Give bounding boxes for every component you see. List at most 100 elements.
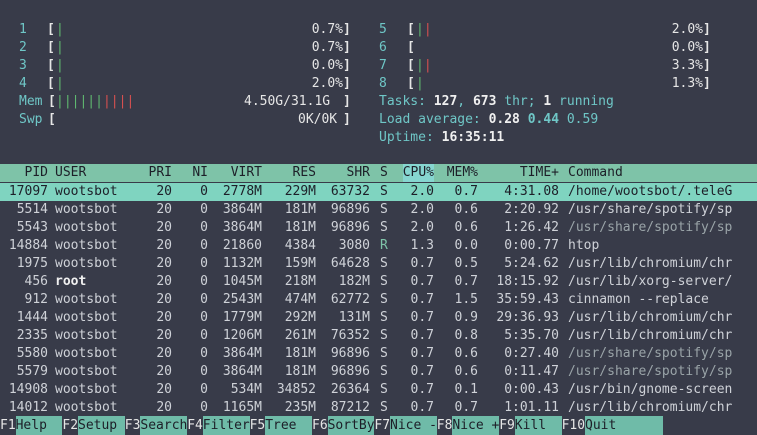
column-header-user[interactable]: USER	[55, 164, 86, 182]
function-key-bar: F1 Help F2 Setup F3 Search F4 Filter F5 Tree F6…	[0, 416, 757, 435]
table-row[interactable]: 2335 wootsbot 20 0 1206M 261M 76352 S 0.7 0.8 5:35…	[0, 327, 757, 345]
table-row[interactable]: 456 root 20 0 1045M 218M 182M S 0.7 0.7 18:15.92/u…	[0, 273, 757, 291]
function-key-label[interactable]: Help	[15, 416, 63, 435]
cell-cpu: 0.7	[410, 364, 434, 379]
column-header-s[interactable]: S	[380, 164, 388, 182]
cell-pid: 14884	[8, 238, 48, 253]
cell-shr: 62772	[330, 292, 370, 307]
cell-user: wootsbot	[55, 382, 118, 397]
cell-virt: 3864M	[222, 220, 262, 235]
cell-cmd: /usr/lib/chromium/chr	[568, 328, 733, 343]
table-row[interactable]: 5580 wootsbot 20 0 3864M 181M 96896 S 0.7 0.6 0:27…	[0, 345, 757, 363]
function-key-f9[interactable]: F9	[499, 416, 515, 435]
cell-virt: 21860	[222, 238, 262, 253]
cell-time: 18:15.92	[496, 274, 559, 289]
function-key-f8[interactable]: F8	[437, 416, 453, 435]
cell-time: 4:31.08	[504, 184, 559, 199]
cpu-bracket-close: ]	[703, 58, 711, 73]
function-key-label[interactable]: SortBy	[327, 416, 375, 435]
function-key-label[interactable]: Search	[140, 416, 188, 435]
cell-cpu: 2.0	[410, 220, 434, 235]
table-row[interactable]: 5514 wootsbot 20 0 3864M 181M 96896 S 2.0 0.6 2:20…	[0, 201, 757, 219]
cell-mem: 0.7	[454, 274, 478, 289]
cpu-usage-bar: |	[56, 76, 64, 91]
cpu-bracket-close: ]	[703, 40, 711, 55]
column-header-ni[interactable]: NI	[192, 164, 208, 182]
function-key-f7[interactable]: F7	[374, 416, 390, 435]
cell-virt: 3864M	[222, 364, 262, 379]
cpu-percent: 3.3%	[671, 58, 703, 73]
function-key-label[interactable]: Quit	[585, 416, 663, 435]
table-row[interactable]: 14012 wootsbot 20 0 1165M 235M 87212 S 0.7 0.7 1:0…	[0, 399, 757, 417]
cell-res: 34852	[276, 382, 316, 397]
function-key-label[interactable]: Nice -	[390, 416, 437, 435]
function-key-f6[interactable]: F6	[312, 416, 328, 435]
column-header-shr[interactable]: SHR	[347, 164, 370, 182]
cell-s: S	[380, 256, 388, 271]
cell-res: 218M	[284, 274, 316, 289]
cell-pid: 456	[24, 274, 48, 289]
cell-cmd: /usr/bin/gnome-screen	[568, 382, 733, 397]
table-row[interactable]: 1444 wootsbot 20 0 1779M 292M 131M S 0.7 0.9 29:36…	[0, 309, 757, 327]
cell-pid: 2335	[16, 328, 48, 343]
table-row[interactable]: 17097 wootsbot 20 0 2778M 229M 63732 S 2.0 0.7 4:3…	[0, 183, 757, 201]
cell-mem: 0.0	[454, 238, 478, 253]
cell-ni: 0	[200, 382, 208, 397]
function-key-f1[interactable]: F1	[0, 416, 16, 435]
tasks-line: Tasks: 127, 673 thr; 1 running	[379, 94, 614, 109]
cell-cpu: 0.7	[410, 274, 434, 289]
cell-virt: 2778M	[222, 184, 262, 199]
cell-virt: 1206M	[222, 328, 262, 343]
cell-cmd: /usr/lib/xorg-server/	[568, 274, 733, 289]
function-key-label[interactable]: Tree	[265, 416, 312, 435]
column-header-virt[interactable]: VIRT	[231, 164, 262, 182]
function-key-f4[interactable]: F4	[187, 416, 203, 435]
cell-cpu: 0.7	[410, 346, 434, 361]
column-header-time-plus[interactable]: TIME+	[520, 164, 559, 182]
table-row[interactable]: 5543 wootsbot 20 0 3864M 181M 96896 S 2.0 0.6 1:26…	[0, 219, 757, 237]
cell-time: 2:20.92	[504, 202, 559, 217]
cell-s: S	[380, 292, 388, 307]
function-key-label[interactable]: Kill	[514, 416, 562, 435]
function-key-label[interactable]: Nice +	[452, 416, 500, 435]
cell-res: 181M	[284, 346, 316, 361]
cell-pid: 1444	[16, 310, 48, 325]
cell-shr: 87212	[330, 400, 370, 415]
column-header-res[interactable]: RES	[293, 164, 316, 182]
table-row[interactable]: 1975 wootsbot 20 0 1132M 159M 64628 S 0.7 0.5 5:24…	[0, 255, 757, 273]
function-key-f3[interactable]: F3	[125, 416, 141, 435]
function-key-label[interactable]: Setup	[78, 416, 125, 435]
cpu-bracket-open: [	[47, 76, 55, 91]
cell-ni: 0	[200, 184, 208, 199]
function-key-f5[interactable]: F5	[250, 416, 266, 435]
column-header-command[interactable]: Command	[568, 164, 623, 182]
cell-pri: 20	[156, 184, 172, 199]
cell-ni: 0	[200, 238, 208, 253]
cell-pri: 20	[156, 400, 172, 415]
cell-mem: 0.7	[454, 184, 478, 199]
function-key-label[interactable]: Filter	[202, 416, 250, 435]
cell-s: S	[380, 400, 388, 415]
function-key-f10[interactable]: F10	[562, 416, 585, 435]
cpu-number: 1	[19, 22, 27, 37]
cell-mem: 0.6	[454, 202, 478, 217]
column-header-pri[interactable]: PRI	[149, 164, 172, 182]
cell-ni: 0	[200, 202, 208, 217]
table-row[interactable]: 14908 wootsbot 20 0 534M 34852 26364 S 0.7 0.1 0:0…	[0, 381, 757, 399]
cell-ni: 0	[200, 400, 208, 415]
column-header-pid[interactable]: PID	[25, 164, 48, 182]
column-header-cpu-pct[interactable]: CPU%	[402, 164, 434, 182]
cell-ni: 0	[200, 310, 208, 325]
cell-cpu: 0.7	[410, 328, 434, 343]
cpu-percent: 2.0%	[671, 22, 703, 37]
table-row[interactable]: 912 wootsbot 20 0 2543M 474M 62772 S 0.7 1.5 35:59…	[0, 291, 757, 309]
cell-pid: 14012	[8, 400, 48, 415]
table-row[interactable]: 5579 wootsbot 20 0 3864M 181M 96896 S 0.7 0.6 0:11…	[0, 363, 757, 381]
cell-s: R	[380, 238, 388, 253]
table-row[interactable]: 14884 wootsbot 20 0 21860 4384 3080 R 1.3 0.0 0:00…	[0, 237, 757, 255]
cell-shr: 3080	[338, 238, 370, 253]
cpu-bracket-close: ]	[703, 76, 711, 91]
cpu-bracket-close: ]	[343, 22, 351, 37]
column-header-mem-pct[interactable]: MEM%	[447, 164, 478, 182]
function-key-f2[interactable]: F2	[62, 416, 78, 435]
